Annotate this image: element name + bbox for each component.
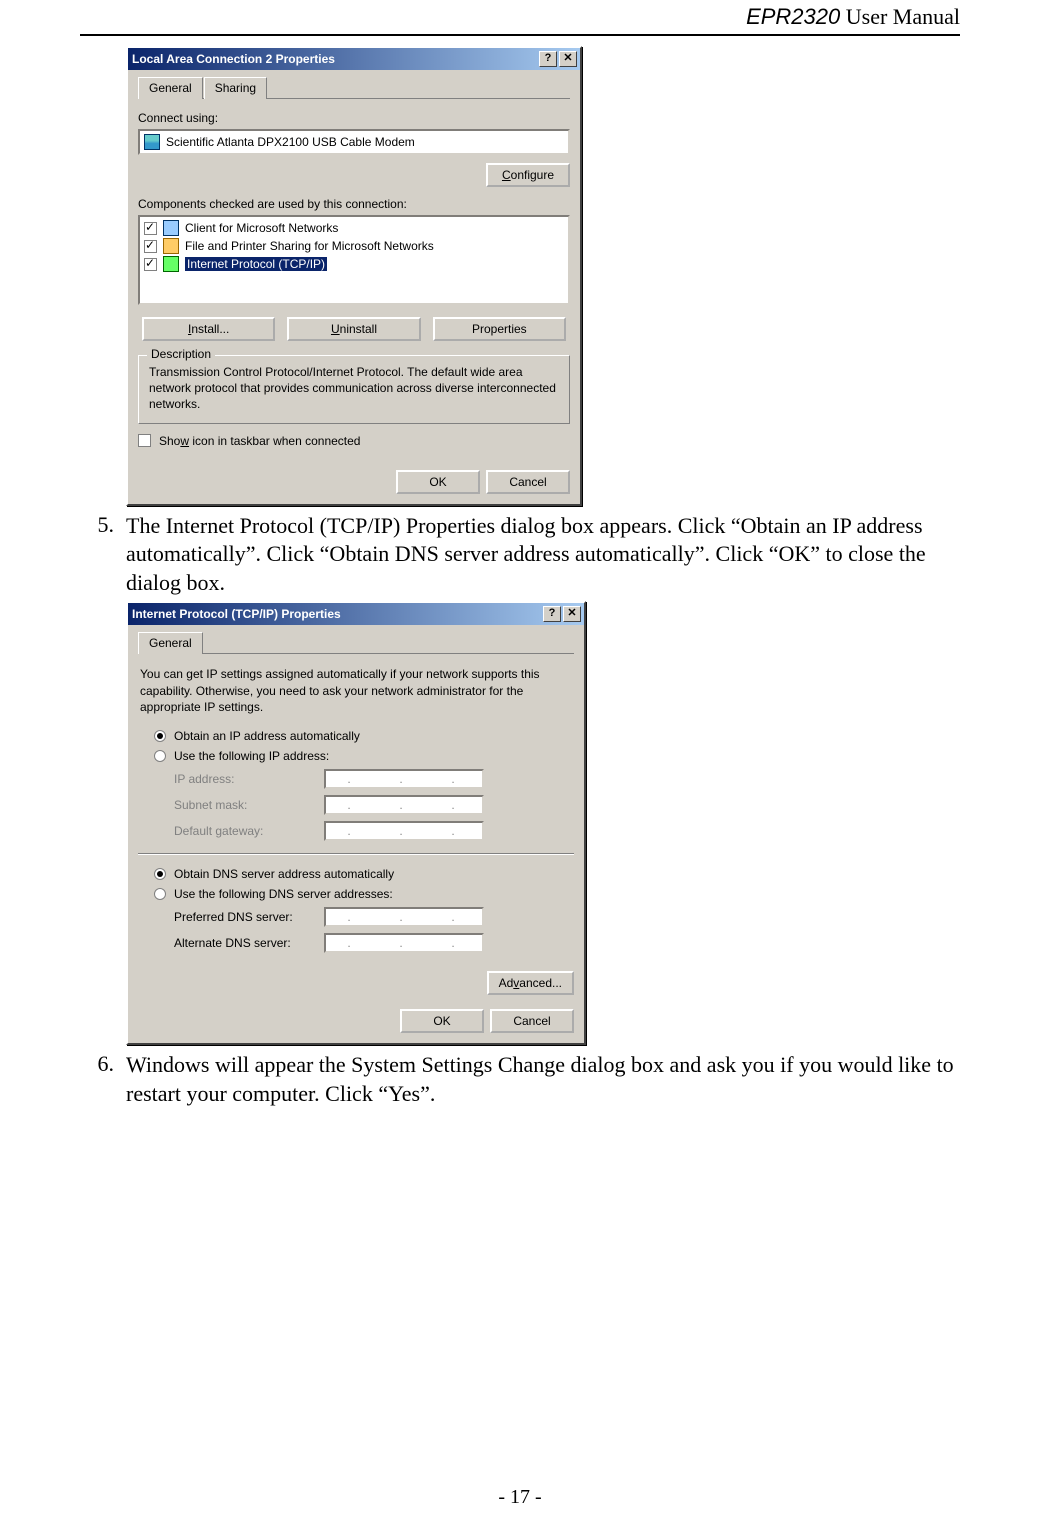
tab-general[interactable]: General (138, 632, 203, 654)
show-icon-row[interactable]: Show icon in taskbar when connected (138, 434, 570, 448)
step-text: The Internet Protocol (TCP/IP) Propertie… (126, 512, 960, 598)
radio-icon[interactable] (154, 868, 166, 880)
list-item[interactable]: File and Printer Sharing for Microsoft N… (142, 237, 566, 255)
radio-label: Use the following IP address: (174, 749, 329, 763)
subnet-row: Subnet mask: ... (174, 795, 574, 815)
show-icon-label: Show icon in taskbar when connected (159, 434, 360, 448)
ip-input: ... (324, 795, 484, 815)
radio-use-dns[interactable]: Use the following DNS server addresses: (154, 887, 574, 901)
ip-input[interactable]: ... (324, 907, 484, 927)
radio-label: Obtain DNS server address automatically (174, 867, 394, 881)
advanced-button[interactable]: Advanced... (487, 971, 574, 995)
cancel-button[interactable]: Cancel (486, 470, 570, 494)
uninstall-button[interactable]: Uninstall (287, 317, 420, 341)
field-label: IP address: (174, 772, 324, 786)
checkbox-icon[interactable] (138, 434, 151, 447)
ok-button[interactable]: OK (396, 470, 480, 494)
components-label: Components checked are used by this conn… (138, 197, 570, 211)
radio-icon[interactable] (154, 730, 166, 742)
help-button[interactable]: ? (539, 51, 557, 67)
list-item[interactable]: Client for Microsoft Networks (142, 219, 566, 237)
page-header: EPR2320 User Manual (80, 0, 960, 36)
radio-label: Obtain an IP address automatically (174, 729, 360, 743)
radio-use-ip[interactable]: Use the following IP address: (154, 749, 574, 763)
share-icon (163, 238, 179, 254)
properties-button[interactable]: Properties (433, 317, 566, 341)
connect-using-label: Connect using: (138, 111, 570, 125)
radio-obtain-ip[interactable]: Obtain an IP address automatically (154, 729, 574, 743)
dialog1-title: Local Area Connection 2 Properties (132, 52, 537, 66)
install-button[interactable]: Install... (142, 317, 275, 341)
dialog1-titlebar: Local Area Connection 2 Properties ? ✕ (128, 48, 580, 70)
radio-icon[interactable] (154, 888, 166, 900)
adapter-icon (144, 134, 160, 150)
adapter-field: Scientific Atlanta DPX2100 USB Cable Mod… (138, 129, 570, 155)
component-label: Internet Protocol (TCP/IP) (185, 257, 327, 271)
description-text: Transmission Control Protocol/Internet P… (149, 364, 559, 413)
components-list[interactable]: Client for Microsoft Networks File and P… (138, 215, 570, 305)
radio-icon[interactable] (154, 750, 166, 762)
configure-button[interactable]: Configure (486, 163, 570, 187)
client-icon (163, 220, 179, 236)
separator (138, 853, 574, 855)
alternate-dns-row: Alternate DNS server: ... (174, 933, 574, 953)
description-legend: Description (147, 347, 215, 361)
close-button[interactable]: ✕ (559, 51, 577, 67)
component-label: File and Printer Sharing for Microsoft N… (185, 239, 434, 253)
tcpip-properties-dialog: Internet Protocol (TCP/IP) Properties ? … (126, 601, 586, 1045)
component-label: Client for Microsoft Networks (185, 221, 338, 235)
step-5: 5. The Internet Protocol (TCP/IP) Proper… (80, 512, 960, 598)
close-button[interactable]: ✕ (563, 606, 581, 622)
dialog2-tabs: General (138, 631, 574, 654)
field-label: Preferred DNS server: (174, 910, 324, 924)
adapter-name: Scientific Atlanta DPX2100 USB Cable Mod… (166, 135, 415, 149)
cancel-button[interactable]: Cancel (490, 1009, 574, 1033)
preferred-dns-row: Preferred DNS server: ... (174, 907, 574, 927)
description-group: Description Transmission Control Protoco… (138, 355, 570, 424)
page-footer: - 17 - (0, 1486, 1040, 1509)
help-button[interactable]: ? (543, 606, 561, 622)
list-item[interactable]: Internet Protocol (TCP/IP) (142, 255, 566, 273)
checkbox-icon[interactable] (144, 258, 157, 271)
ip-input: ... (324, 821, 484, 841)
lan-properties-dialog: Local Area Connection 2 Properties ? ✕ G… (126, 46, 582, 506)
checkbox-icon[interactable] (144, 222, 157, 235)
radio-label: Use the following DNS server addresses: (174, 887, 393, 901)
tcpip-icon (163, 256, 179, 272)
field-label: Default gateway: (174, 824, 324, 838)
step-text: Windows will appear the System Settings … (126, 1051, 960, 1108)
info-text: You can get IP settings assigned automat… (140, 666, 572, 715)
tab-sharing[interactable]: Sharing (204, 77, 267, 99)
step-number: 5. (80, 512, 126, 538)
field-label: Alternate DNS server: (174, 936, 324, 950)
ip-input: ... (324, 769, 484, 789)
tab-general[interactable]: General (138, 77, 203, 99)
field-label: Subnet mask: (174, 798, 324, 812)
dialog2-title: Internet Protocol (TCP/IP) Properties (132, 607, 541, 621)
ip-input[interactable]: ... (324, 933, 484, 953)
ok-button[interactable]: OK (400, 1009, 484, 1033)
dialog1-tabs: General Sharing (138, 76, 570, 99)
product-name: EPR2320 (746, 4, 840, 29)
step-6: 6. Windows will appear the System Settin… (80, 1051, 960, 1108)
gateway-row: Default gateway: ... (174, 821, 574, 841)
step-number: 6. (80, 1051, 126, 1077)
header-suffix: User Manual (840, 4, 960, 29)
ip-address-row: IP address: ... (174, 769, 574, 789)
checkbox-icon[interactable] (144, 240, 157, 253)
radio-obtain-dns[interactable]: Obtain DNS server address automatically (154, 867, 574, 881)
dialog2-titlebar: Internet Protocol (TCP/IP) Properties ? … (128, 603, 584, 625)
